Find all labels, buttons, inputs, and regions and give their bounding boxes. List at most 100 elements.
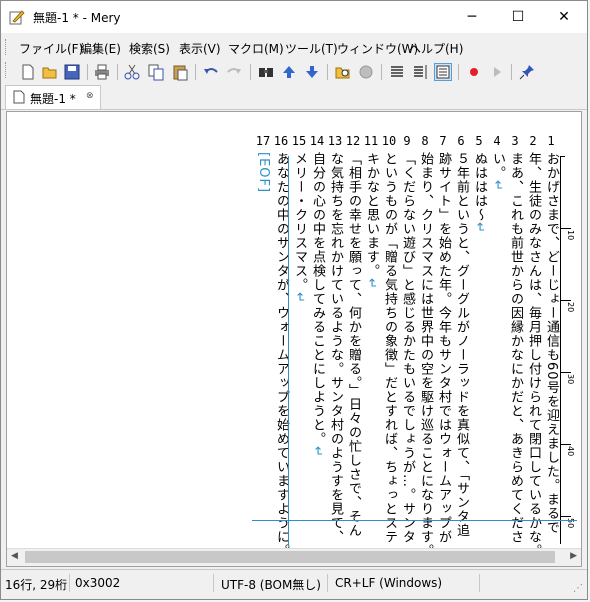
text-line: キかなと思います。↵	[363, 152, 379, 290]
text-line: おかげさまで、どーじょー通信も60号を迎えました。まるで	[544, 152, 559, 535]
text-line: 跡サイト」を始めた年。今年もサンタ村ではウォームアップが	[436, 152, 451, 544]
open-folder-icon[interactable]	[41, 63, 59, 81]
app-window: 無題-1 * - Mery ─ ☐ ✕ ファイル(F) 編集(E) 検索(S) …	[0, 0, 588, 600]
status-bar: 16行, 29桁 0x3002 UTF-8 (BOM無し) CR+LF (Win…	[1, 569, 587, 596]
play-icon[interactable]	[488, 63, 506, 81]
ruler-number: 30	[566, 374, 575, 385]
toolbar	[1, 59, 587, 85]
scrollbar-thumb[interactable]	[25, 551, 555, 563]
copy-icon[interactable]	[147, 63, 165, 81]
window-title: 無題-1 * - Mery	[33, 11, 121, 25]
menu-tools[interactable]: ツール(T)	[285, 40, 338, 57]
close-button[interactable]: ✕	[541, 1, 587, 33]
find-up-icon[interactable]	[280, 63, 298, 81]
line-text: 自分の心の中を点検してみることにしようと。	[310, 152, 325, 446]
wrap-window-icon[interactable]	[434, 63, 452, 81]
status-separator	[69, 574, 70, 592]
return-mark: ↵	[364, 278, 379, 290]
line-number: 2	[529, 134, 537, 148]
return-mark: ↵	[472, 222, 487, 234]
text-line: 自分の心の中を点検してみることにしようと。↵	[309, 152, 325, 458]
ruler-number: 10	[566, 230, 575, 241]
editor-area[interactable]: 1 2 3 4 5 6 7 8 9 10 11 12 13 14 15 16 1…	[6, 111, 582, 567]
new-file-icon[interactable]	[19, 63, 37, 81]
horizontal-scrollbar[interactable]: ◀ ▶	[7, 548, 581, 566]
return-mark: ↵	[490, 180, 505, 192]
text-line: ぬははは～↵	[471, 152, 487, 234]
tab-close-icon[interactable]: ⊗	[86, 91, 94, 101]
line-number: 14	[309, 134, 325, 148]
text-line: まあ、これも前世からの因縁かなにかだと、あきらめてくださ	[508, 152, 523, 544]
menu-file[interactable]: ファイル(F)	[19, 40, 83, 57]
toolbar-grip[interactable]	[5, 62, 9, 78]
menu-edit[interactable]: 編集(E)	[80, 40, 121, 57]
status-char-code: 0x3002	[75, 576, 121, 590]
status-encoding[interactable]: UTF-8 (BOM無し)	[221, 576, 321, 593]
text-line: 始まり、クリスマスには世界中の空を駆け巡ることになります。	[418, 152, 433, 558]
line-number: 5	[475, 134, 483, 148]
line-number: 3	[511, 134, 519, 148]
toolbar-separator	[250, 64, 251, 80]
line-number: 4	[493, 134, 501, 148]
current-line-indicator	[288, 156, 289, 546]
line-number: 7	[439, 134, 447, 148]
line-number: 17	[255, 134, 271, 148]
text-content[interactable]: おかげさまで、どーじょー通信も60号を迎えました。まるで 年、生徒のみなさんは、…	[252, 152, 559, 558]
caret-position-line	[252, 520, 577, 521]
line-number-bar: 1 2 3 4 5 6 7 8 9 10 11 12 13 14 15 16 1…	[252, 134, 560, 148]
toolbar-separator	[87, 64, 88, 80]
status-newline[interactable]: CR+LF (Windows)	[335, 576, 442, 590]
text-line: ５年前というと、グーグルがノーラッドを真似て、「サンタ追	[454, 152, 469, 538]
text-line: 「相手の幸せを願って、何かを贈る。」日々の忙しさで、そん	[346, 152, 361, 538]
scroll-left-icon[interactable]: ◀	[11, 551, 18, 561]
line-text: ぬははは～	[472, 152, 487, 222]
paste-icon[interactable]	[171, 63, 189, 81]
line-number: 13	[327, 134, 343, 148]
line-number: 12	[345, 134, 361, 148]
vertical-ruler: 10 20 30 40 50	[560, 156, 577, 558]
grep-icon[interactable]	[334, 63, 352, 81]
menu-view[interactable]: 表示(V)	[179, 40, 221, 57]
mery-app-icon	[9, 10, 25, 25]
cut-icon[interactable]	[123, 63, 141, 81]
ruler-number: 20	[566, 302, 575, 313]
line-number: 16	[273, 134, 289, 148]
return-mark: ↵	[310, 446, 325, 458]
wrap-none-icon[interactable]	[388, 63, 406, 81]
text-line: 年、生徒のみなさんは、毎月押し付けられて閉口しているかな。	[526, 152, 541, 558]
pin-icon[interactable]	[518, 63, 536, 81]
resize-grip-icon[interactable]: ⋰	[573, 583, 583, 594]
line-text: い。	[490, 152, 505, 180]
print-icon[interactable]	[93, 63, 111, 81]
text-line: というものが「贈る気持ちの象徴」だとすれば、ちょっとステ	[382, 152, 397, 544]
line-text: メリー・クリスマス。	[292, 152, 307, 292]
minimize-button[interactable]: ─	[449, 1, 495, 33]
undo-icon[interactable]	[202, 63, 220, 81]
text-line: な気持ちを忘れかけているような。サンタ村のようすを見て、	[328, 152, 343, 544]
wrap-width-icon[interactable]	[411, 63, 429, 81]
menu-window[interactable]: ウィンドウ(W)	[337, 40, 418, 57]
tab-bar: 無題-1 * ⊗	[1, 85, 587, 110]
ruler-tick	[561, 228, 571, 229]
line-number: 9	[403, 134, 411, 148]
menu-help[interactable]: ヘルプ(H)	[409, 40, 463, 57]
maximize-button[interactable]: ☐	[495, 1, 541, 33]
find-down-icon[interactable]	[303, 63, 321, 81]
toolbar-separator	[511, 64, 512, 80]
record-icon[interactable]	[465, 63, 483, 81]
scroll-right-icon[interactable]: ▶	[570, 551, 577, 561]
clear-highlight-icon[interactable]	[357, 63, 375, 81]
ruler-tick	[561, 444, 571, 445]
find-icon[interactable]	[257, 63, 275, 81]
menu-grip[interactable]	[5, 39, 9, 55]
ruler-tick	[561, 156, 565, 157]
ruler-tick	[561, 372, 571, 373]
save-icon[interactable]	[63, 63, 81, 81]
toolbar-separator	[327, 64, 328, 80]
menu-search[interactable]: 検索(S)	[129, 40, 170, 57]
redo-icon[interactable]	[225, 63, 243, 81]
ruler-tick	[561, 516, 571, 517]
tab-untitled-1[interactable]: 無題-1 * ⊗	[5, 85, 101, 109]
menu-macro[interactable]: マクロ(M)	[228, 40, 284, 57]
ruler-tick	[561, 300, 571, 301]
